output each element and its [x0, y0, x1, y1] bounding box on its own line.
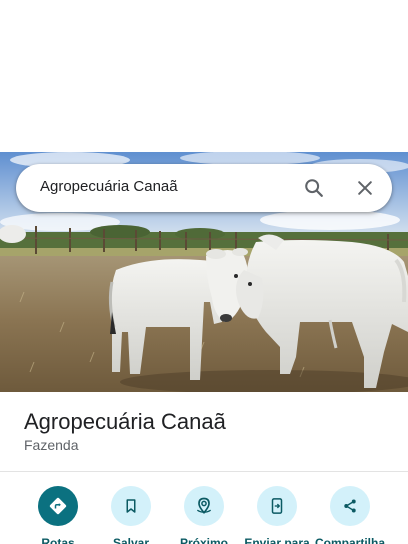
share-icon[interactable] — [330, 486, 370, 526]
close-icon[interactable] — [353, 176, 377, 200]
nearby-icon[interactable] — [184, 486, 224, 526]
bookmark-icon[interactable] — [111, 486, 151, 526]
divider — [0, 471, 408, 472]
place-title: Agropecuária Canaã — [24, 409, 226, 434]
map-blank-area — [0, 0, 408, 152]
share-button[interactable]: Compartilha — [310, 486, 390, 544]
search-icon[interactable] — [302, 176, 326, 200]
send-to-phone-icon[interactable] — [257, 486, 297, 526]
share-label: Compartilha — [314, 536, 385, 544]
place-category: Fazenda — [24, 437, 79, 453]
directions-icon[interactable] — [38, 486, 78, 526]
search-bar[interactable]: Agropecuária Canaã — [16, 164, 392, 212]
search-query-text[interactable]: Agropecuária Canaã — [40, 178, 178, 195]
